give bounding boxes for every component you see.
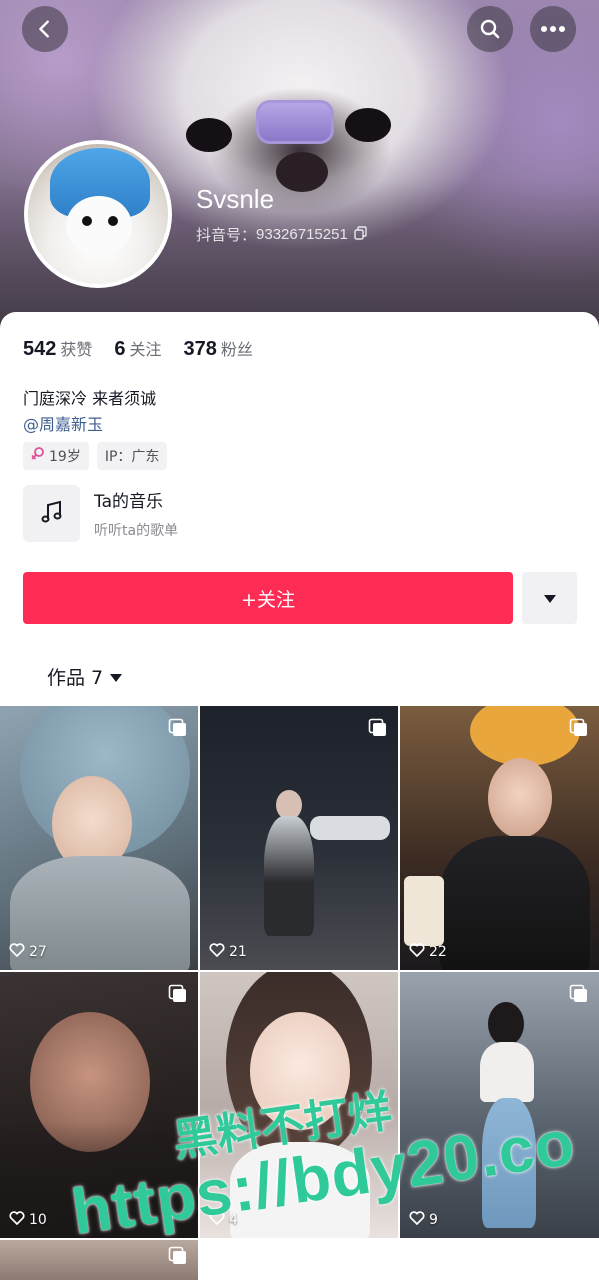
ip-tag: IP：广东 — [96, 442, 168, 470]
like-count: 21 — [209, 943, 247, 961]
tile-decoration — [480, 1042, 534, 1102]
like-count: 9 — [409, 1211, 438, 1229]
tile-decoration — [488, 1002, 524, 1046]
like-count-value: 10 — [29, 1212, 47, 1228]
music-entry[interactable]: Ta的音乐 听听ta的歌单 — [23, 485, 178, 542]
cover-decoration — [276, 152, 328, 192]
avatar-decoration — [108, 216, 118, 226]
music-subtitle: 听听ta的歌单 — [94, 523, 179, 539]
chevron-left-icon — [34, 18, 56, 40]
profile-name: Svsnle — [196, 184, 275, 214]
cover-decoration — [256, 100, 334, 144]
heart-icon — [9, 1211, 25, 1229]
age-label: 19岁 — [49, 449, 81, 465]
douyin-id-label: 抖音号： — [196, 227, 257, 244]
cover-decoration — [345, 108, 391, 142]
caret-down-icon — [109, 666, 123, 688]
multi-image-icon — [168, 984, 188, 1008]
music-text: Ta的音乐 听听ta的歌单 — [94, 487, 178, 540]
heart-icon — [409, 943, 425, 961]
stat-following[interactable]: 6 关注 — [114, 336, 161, 361]
bio-text: 门庭深冷 来者须诚 — [23, 389, 157, 408]
video-tile[interactable] — [0, 1240, 198, 1280]
follow-more-button[interactable] — [522, 572, 577, 624]
music-icon-box — [23, 485, 80, 542]
search-icon — [478, 17, 502, 41]
more-options-button[interactable] — [530, 6, 576, 52]
douyin-id: 抖音号： 93326715251 — [196, 224, 368, 245]
caret-down-icon — [543, 589, 557, 608]
female-icon — [31, 446, 45, 466]
music-note-icon — [39, 499, 65, 529]
douyin-id-value: 93326715251 — [256, 226, 348, 243]
tab-works[interactable]: 作品 7 — [47, 663, 123, 690]
tile-decoration — [310, 816, 390, 840]
like-count-value: 27 — [29, 944, 47, 960]
copy-icon[interactable] — [354, 225, 368, 244]
stat-followers[interactable]: 378 粉丝 — [184, 336, 253, 361]
back-button[interactable] — [22, 6, 68, 52]
like-count-value: 21 — [229, 944, 247, 960]
stat-label: 粉丝 — [220, 340, 253, 359]
stat-value: 378 — [183, 338, 217, 360]
stats-row: 542 获赞 6 关注 378 粉丝 — [23, 336, 253, 361]
age-tag: 19岁 — [23, 442, 89, 470]
video-tile[interactable]: 27 — [0, 706, 198, 970]
multi-image-icon — [168, 718, 188, 742]
music-title: Ta的音乐 — [94, 492, 163, 512]
profile-tags: 19岁 IP：广东 — [23, 442, 168, 470]
heart-icon — [409, 1211, 425, 1229]
stat-label: 关注 — [129, 340, 162, 359]
multi-image-icon — [168, 1246, 188, 1270]
like-count: 10 — [9, 1211, 47, 1229]
stat-likes[interactable]: 542 获赞 — [23, 336, 92, 361]
like-count: 22 — [409, 943, 447, 961]
ip-label: IP：广东 — [104, 449, 160, 465]
like-count-value: 22 — [429, 944, 447, 960]
avatar-decoration — [82, 216, 92, 226]
avatar-decoration — [66, 196, 132, 256]
heart-icon — [9, 943, 25, 961]
like-count: 27 — [9, 943, 47, 961]
tile-decoration — [264, 816, 314, 936]
avatar[interactable] — [24, 140, 172, 288]
multi-image-icon — [368, 718, 388, 742]
heart-icon — [209, 943, 225, 961]
stat-value: 6 — [114, 338, 126, 360]
cover-decoration — [186, 118, 232, 152]
stat-value: 542 — [23, 338, 57, 360]
bio-mention-link[interactable]: @周嘉新玉 — [23, 411, 103, 435]
multi-image-icon — [569, 718, 589, 742]
search-button[interactable] — [467, 6, 513, 52]
more-horizontal-icon — [540, 25, 566, 33]
video-tile[interactable]: 21 — [200, 706, 398, 970]
tile-decoration — [404, 876, 444, 946]
works-tab-label: 作品 7 — [47, 667, 104, 689]
video-tile[interactable]: 22 — [400, 706, 599, 970]
follow-button[interactable]: +关注 — [23, 572, 513, 624]
like-count-value: 9 — [429, 1212, 438, 1228]
multi-image-icon — [569, 984, 589, 1008]
stat-label: 获赞 — [60, 340, 93, 359]
tile-decoration — [470, 706, 580, 766]
tile-decoration — [488, 758, 552, 838]
tile-decoration — [440, 836, 590, 970]
